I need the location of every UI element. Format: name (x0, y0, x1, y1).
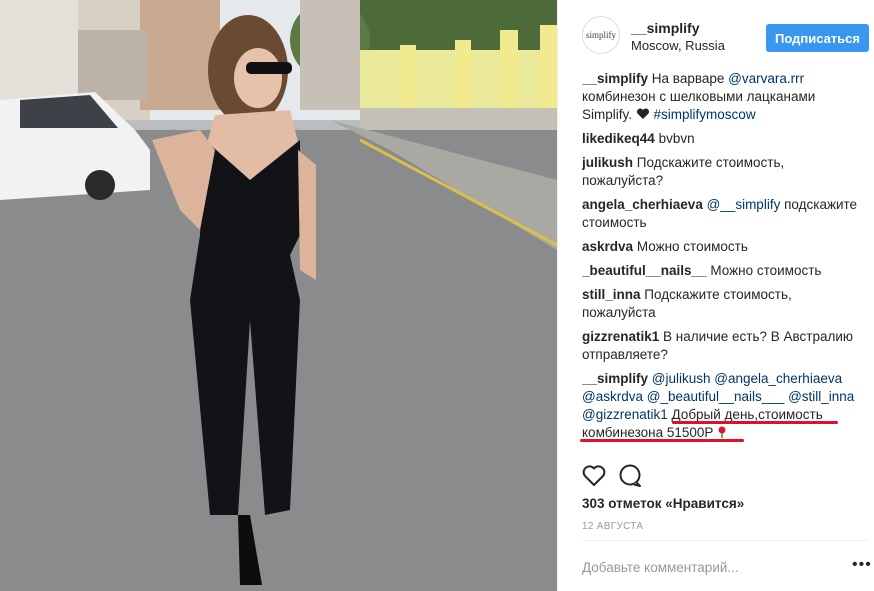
mention-link[interactable]: @_beautiful__nails___ (647, 389, 785, 404)
comment-author[interactable]: __simplify (582, 71, 648, 86)
avatar-logo-text: simplify (585, 30, 616, 40)
comment-author[interactable]: askrdva (582, 239, 633, 254)
comment-item: __simplify На варваре @varvara.rrr комби… (582, 71, 816, 122)
profile-avatar[interactable]: simplify (582, 16, 620, 54)
post-username[interactable]: __simplify (631, 20, 699, 36)
post-location[interactable]: Moscow, Russia (631, 38, 725, 53)
mention-link[interactable]: @gizzrenatik1 (582, 407, 668, 422)
divider (582, 540, 869, 541)
post-photo[interactable] (0, 0, 557, 591)
rose-emoji-icon (718, 426, 726, 438)
add-comment-input[interactable]: Добавьте комментарий... (582, 560, 739, 575)
red-underline-mark (580, 439, 744, 442)
comment-author[interactable]: likedikeq44 (582, 131, 655, 146)
mention-link[interactable]: @__simplify (707, 197, 781, 212)
comment-author[interactable]: julikush (582, 155, 633, 170)
post-sidebar: simplify __simplify Moscow, Russia Подпи… (557, 0, 874, 591)
mention-link[interactable]: @varvara.rrr (728, 71, 804, 86)
comment-author[interactable]: gizzrenatik1 (582, 329, 659, 344)
comment-item: gizzrenatik1 В наличие есть? В Австралию… (582, 329, 854, 362)
comment-author[interactable]: angela_cherhiaeva (582, 197, 703, 212)
street-photo-image (0, 0, 557, 591)
red-underline-mark (672, 421, 838, 424)
post-actions (582, 463, 642, 489)
mention-link[interactable]: @askrdva (582, 389, 643, 404)
heart-icon[interactable] (582, 465, 606, 486)
likes-count[interactable]: 303 отметок «Нравится» (582, 496, 744, 511)
comment-author[interactable]: _beautiful__nails__ (582, 263, 707, 278)
black-heart-emoji-icon (636, 108, 649, 119)
comment-item: askrdva Можно стоимость (582, 239, 748, 254)
more-options-button[interactable]: ••• (852, 556, 872, 574)
comment-item: _beautiful__nails__ Можно стоимость (582, 263, 822, 278)
post-date: 12 АВГУСТА (582, 521, 644, 532)
comment-item: angela_cherhiaeva @__simplify подскажите… (582, 197, 858, 230)
comment-item: likedikeq44 bvbvn (582, 131, 695, 146)
follow-button[interactable]: Подписаться (766, 24, 869, 52)
mention-link[interactable]: @angela_cherhiaeva (714, 371, 842, 386)
comment-icon[interactable] (619, 464, 641, 487)
hashtag-link[interactable]: #simplifymoscow (654, 107, 756, 122)
post-header: simplify __simplify Moscow, Russia Подпи… (558, 0, 874, 64)
comment-author[interactable]: __simplify (582, 371, 648, 386)
mention-link[interactable]: @still_inna (788, 389, 854, 404)
mention-link[interactable]: @julikush (652, 371, 711, 386)
comments-list[interactable]: __simplify На варваре @varvara.rrr комби… (582, 70, 860, 445)
comment-item: still_inna Подскажите стоимость, пожалуй… (582, 287, 792, 320)
comment-item: julikush Подскажите стоимость, пожалуйст… (582, 155, 785, 188)
comment-item: __simplify @julikush @angela_cherhiaeva … (582, 370, 860, 442)
comment-author[interactable]: still_inna (582, 287, 641, 302)
